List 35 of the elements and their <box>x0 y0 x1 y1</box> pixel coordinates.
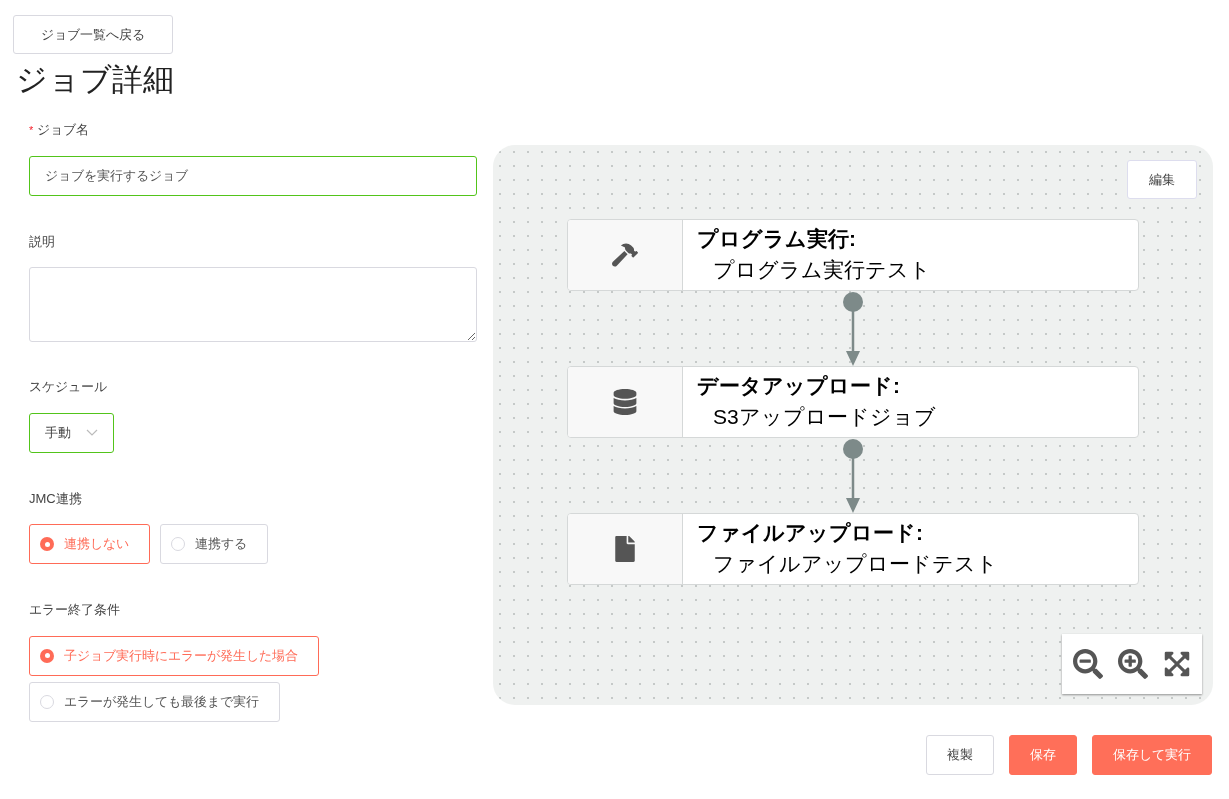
field-label: スケジュール <box>29 378 107 396</box>
description-field[interactable] <box>29 267 477 342</box>
job-name-field[interactable]: ジョブを実行するジョブ <box>29 155 477 196</box>
schedule-dropdown[interactable]: 手動 <box>29 412 114 453</box>
action-button[interactable]: 複製 <box>926 735 994 775</box>
field-label: JMC連携 <box>29 489 82 508</box>
radio-icon <box>40 648 54 663</box>
back-button[interactable]: ジョブ一覧へ戻る <box>13 15 173 54</box>
database-icon <box>612 389 638 415</box>
required-mark: * <box>29 122 34 138</box>
fit-view-icon[interactable] <box>1162 650 1191 678</box>
radio-icon <box>40 694 54 709</box>
file-icon <box>612 536 638 562</box>
node-subtitle: S3アップロードジョブ <box>712 404 936 430</box>
page-title: ジョブ詳細 <box>16 61 175 99</box>
node-title: ファイルアップロード: <box>697 520 924 546</box>
radio-icon <box>171 537 185 551</box>
workflow-node[interactable]: ファイルアップロード: ファイルアップロードテスト <box>567 513 1139 585</box>
workflow-node[interactable]: プログラム実行: プログラム実行テスト <box>567 219 1139 291</box>
radio-option[interactable]: 連携する <box>160 524 268 564</box>
field-label: エラー終了条件 <box>29 601 120 619</box>
node-subtitle: プログラム実行テスト <box>712 257 931 283</box>
radio-option[interactable]: エラーが発生しても最後まで実行 <box>29 681 280 722</box>
edit-button[interactable]: 編集 <box>1127 160 1197 199</box>
hammer-icon <box>612 242 638 268</box>
field-label: ジョブ名 <box>37 121 90 139</box>
zoom-in-icon[interactable] <box>1118 649 1148 679</box>
node-subtitle: ファイルアップロードテスト <box>712 551 998 577</box>
field-label: 説明 <box>29 232 55 251</box>
zoom-out-icon[interactable] <box>1073 649 1104 679</box>
chevron-down-icon <box>86 428 98 437</box>
radio-icon <box>40 537 54 551</box>
workflow-node[interactable]: データアップロード: S3アップロードジョブ <box>567 366 1139 438</box>
node-title: データアップロード: <box>697 373 901 399</box>
node-title: プログラム実行: <box>697 226 857 252</box>
